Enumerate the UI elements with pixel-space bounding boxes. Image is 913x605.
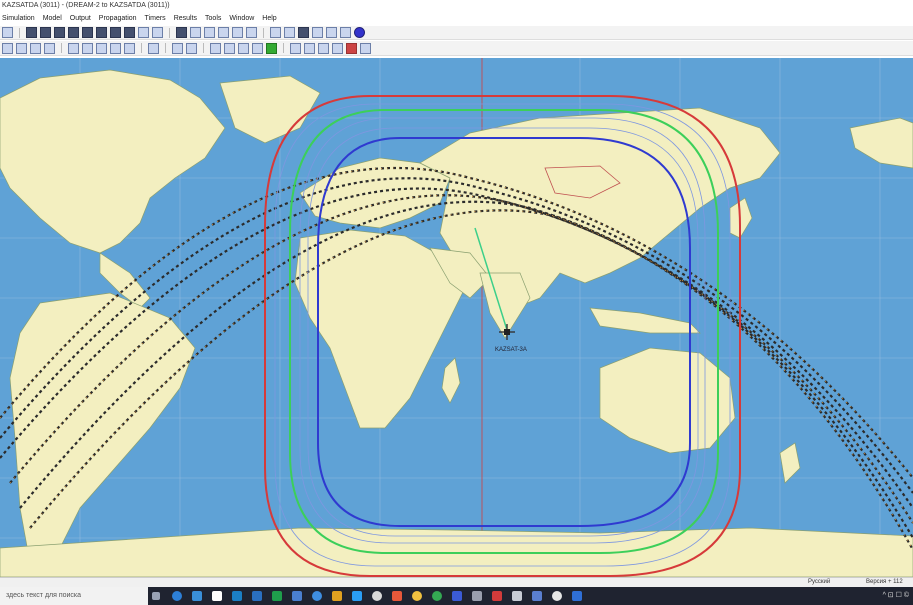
chrome-icon[interactable] <box>312 591 322 601</box>
app-icon-6[interactable] <box>472 591 482 601</box>
toolbar-separator <box>203 43 204 53</box>
step-back-icon[interactable] <box>312 27 323 38</box>
chart-icon[interactable] <box>172 42 183 54</box>
app-icon-1[interactable] <box>372 591 382 601</box>
link-icon[interactable] <box>30 42 41 54</box>
menu-help[interactable]: Help <box>262 12 276 26</box>
menu-propagation[interactable]: Propagation <box>99 12 137 26</box>
store-icon[interactable] <box>212 591 222 601</box>
app-icon-9[interactable] <box>532 591 542 601</box>
fast-forward-icon[interactable] <box>340 27 351 38</box>
word-icon[interactable] <box>252 591 262 601</box>
view-8-icon[interactable] <box>124 27 135 38</box>
hand-icon[interactable] <box>190 27 201 38</box>
station-icon[interactable] <box>82 42 93 54</box>
select-icon[interactable] <box>2 42 13 54</box>
link-budget-icon[interactable] <box>124 42 135 54</box>
window-title: KAZSATDA (3011) - (DREAM-2 to KAZSATDA (… <box>0 0 913 12</box>
app-icon-2[interactable] <box>392 591 402 601</box>
menu-bar: Simulation Model Output Propagation Time… <box>0 12 913 26</box>
toolbar-separator <box>169 27 170 38</box>
stats-icon[interactable] <box>252 42 263 54</box>
view-7-icon[interactable] <box>110 27 121 38</box>
export-icon[interactable] <box>318 42 329 54</box>
antenna-icon[interactable] <box>96 42 107 54</box>
taskbar-search-input[interactable]: здесь текст для поиска <box>0 587 148 605</box>
measure-icon[interactable] <box>246 27 257 38</box>
camera-icon[interactable] <box>360 42 371 54</box>
app-icon-11[interactable] <box>572 591 582 601</box>
mail-icon[interactable] <box>192 591 202 601</box>
image-icon[interactable] <box>266 42 277 54</box>
app-icon-7[interactable] <box>492 591 502 601</box>
beam-icon[interactable] <box>110 42 121 54</box>
open-icon[interactable] <box>2 27 13 38</box>
contour-icon[interactable] <box>210 42 221 54</box>
menu-window[interactable]: Window <box>229 12 254 26</box>
satellite-label: KAZSAT-3A <box>495 347 527 353</box>
view-1-icon[interactable] <box>26 27 37 38</box>
view-3-icon[interactable] <box>54 27 65 38</box>
play-icon[interactable] <box>326 27 337 38</box>
view-6-icon[interactable] <box>96 27 107 38</box>
map-icon[interactable] <box>224 42 235 54</box>
satellite-icon[interactable] <box>68 42 79 54</box>
toolbar-separator <box>19 27 20 38</box>
app-icon-3[interactable] <box>412 591 422 601</box>
edge-icon[interactable] <box>172 591 182 601</box>
zoom-out-icon[interactable] <box>218 27 229 38</box>
menu-timers[interactable]: Timers <box>145 12 166 26</box>
view-2-icon[interactable] <box>40 27 51 38</box>
toolbar-separator <box>141 43 142 53</box>
toolbar-separator <box>165 43 166 53</box>
menu-simulation[interactable]: Simulation <box>2 12 35 26</box>
settings-icon[interactable] <box>290 42 301 54</box>
excel-icon[interactable] <box>272 591 282 601</box>
view-4-icon[interactable] <box>68 27 79 38</box>
menu-output[interactable]: Output <box>70 12 91 26</box>
task-view-icon[interactable] <box>152 592 160 600</box>
app-icon-5[interactable] <box>452 591 462 601</box>
grid-icon[interactable] <box>16 42 27 54</box>
record-icon[interactable] <box>346 42 357 54</box>
explorer-icon[interactable] <box>232 591 242 601</box>
map-canvas: KAZSAT-3A <box>0 58 913 577</box>
rewind-icon[interactable] <box>284 27 295 38</box>
status-version: Версия + 112 <box>866 579 903 585</box>
report-icon[interactable] <box>238 42 249 54</box>
table-icon[interactable] <box>186 42 197 54</box>
toolbar-main <box>0 26 913 40</box>
properties-icon[interactable] <box>152 27 163 38</box>
pointer-icon[interactable] <box>176 27 187 38</box>
view-5-icon[interactable] <box>82 27 93 38</box>
folder-icon[interactable] <box>332 591 342 601</box>
clock-icon[interactable] <box>270 27 281 38</box>
zoom-window-icon[interactable] <box>232 27 243 38</box>
skype-icon[interactable] <box>352 591 362 601</box>
print-icon[interactable] <box>332 42 343 54</box>
menu-tools[interactable]: Tools <box>205 12 221 26</box>
stop-icon[interactable] <box>298 27 309 38</box>
world-map-view[interactable]: KAZSAT-3A <box>0 58 913 577</box>
menu-results[interactable]: Results <box>174 12 197 26</box>
app-icon-4[interactable] <box>432 591 442 601</box>
system-tray[interactable]: ^ ⊡ ☐ © <box>883 587 909 605</box>
edit-icon[interactable] <box>148 42 159 54</box>
filter-icon[interactable] <box>304 42 315 54</box>
layers-icon[interactable] <box>138 27 149 38</box>
status-language: Русский <box>808 579 831 585</box>
toolbar-separator <box>61 43 62 53</box>
zoom-in-icon[interactable] <box>204 27 215 38</box>
taskbar: здесь текст для поиска ^ ⊡ ☐ © <box>0 587 913 605</box>
menu-model[interactable]: Model <box>43 12 62 26</box>
toolbar-secondary <box>0 41 913 56</box>
toolbar-separator <box>283 43 284 53</box>
app-icon-8[interactable] <box>512 591 522 601</box>
globe-icon[interactable] <box>354 27 365 38</box>
app-icon-10[interactable] <box>552 591 562 601</box>
toolbar-separator <box>263 27 264 38</box>
move-icon[interactable] <box>44 42 55 54</box>
outlook-icon[interactable] <box>292 591 302 601</box>
